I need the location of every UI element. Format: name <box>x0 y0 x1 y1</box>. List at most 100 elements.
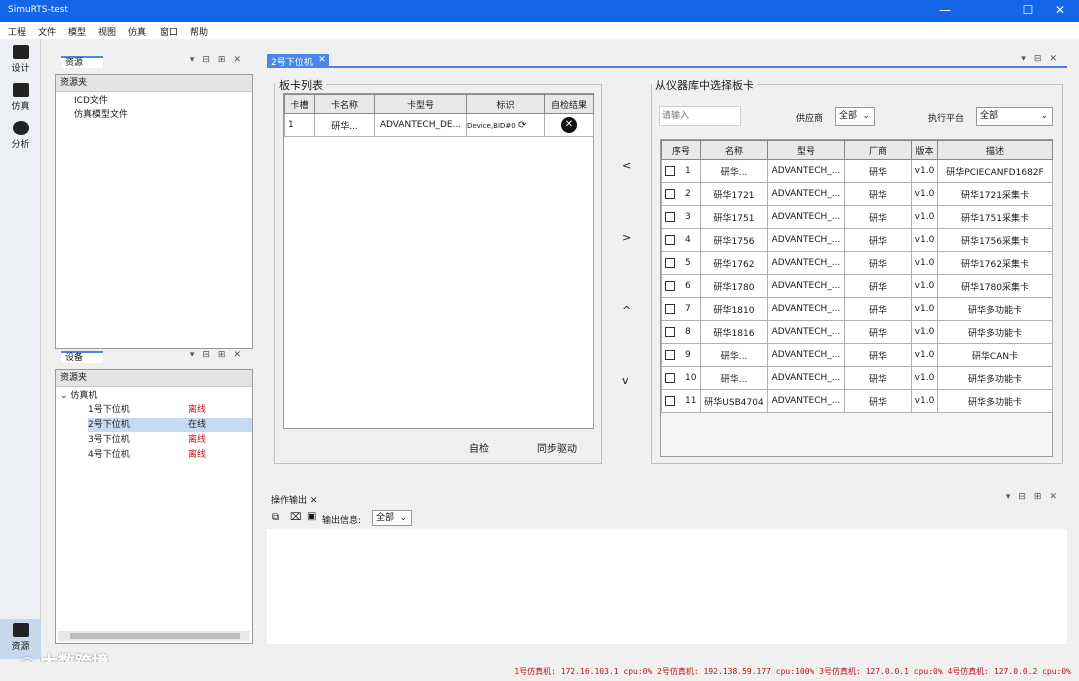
row-checkbox[interactable] <box>665 234 675 245</box>
menu-model[interactable]: 模型 <box>68 25 86 38</box>
table-cell: ADVANTECH_... <box>767 343 845 367</box>
table-cell: 研华多功能卡 <box>937 389 1053 413</box>
panel-controls[interactable]: ▾⊟⊞✕ <box>190 350 249 360</box>
table-row[interactable]: 3 研华1751 ADVANTECH_... 研华 v1.0 研华1751采集卡 <box>661 205 1053 229</box>
tab-resources[interactable]: 资源 <box>61 56 104 68</box>
table-row[interactable]: 1 研华... ADVANTECH_DE... Device,BID#0 ⟳ ✕ <box>284 113 594 137</box>
row-checkbox[interactable] <box>665 349 675 360</box>
panel-controls[interactable]: ▾⊟⊞✕ <box>1006 492 1065 502</box>
row-checkbox[interactable] <box>665 372 675 383</box>
table-row[interactable]: 11 研华USB4704 ADVANTECH_... 研华 v1.0 研华多功能卡 <box>661 389 1053 413</box>
table-cell: 研华 <box>844 343 912 367</box>
menu-view[interactable]: 视图 <box>98 25 116 38</box>
table-cell: 研华1762采集卡 <box>937 251 1053 275</box>
row-checkbox[interactable] <box>665 280 675 291</box>
table-cell: 研华 <box>844 274 912 298</box>
table-cell: ADVANTECH_... <box>767 366 845 390</box>
col-card-model[interactable]: 卡型号 <box>374 94 467 114</box>
tree-item-icd[interactable]: ICD文件 <box>74 94 108 108</box>
col-card-name[interactable]: 卡名称 <box>314 94 375 114</box>
tab-controls[interactable]: ▾⊟✕ <box>1021 54 1065 64</box>
table-row[interactable]: 5 研华1762 ADVANTECH_... 研华 v1.0 研华1762采集卡 <box>661 251 1053 275</box>
table-cell: ADVANTECH_... <box>767 274 845 298</box>
table-row[interactable]: 2 研华1721 ADVANTECH_... 研华 v1.0 研华1721采集卡 <box>661 182 1053 206</box>
self-check-button[interactable]: 自检 <box>469 440 489 455</box>
row-checkbox[interactable] <box>665 211 675 222</box>
device-row[interactable]: 1号下位机 离线 <box>88 403 248 417</box>
search-input[interactable] <box>659 106 741 126</box>
table-row[interactable]: 6 研华1780 ADVANTECH_... 研华 v1.0 研华1780采集卡 <box>661 274 1053 298</box>
col-index[interactable]: 序号 <box>661 140 701 160</box>
output-filter-select[interactable]: 全部 ⌄ <box>372 510 412 526</box>
tab-device[interactable]: 设备 <box>61 351 104 363</box>
move-right-button[interactable]: > <box>622 231 631 244</box>
clear-icon[interactable]: ⌧ <box>290 512 302 523</box>
close-tab-icon[interactable]: ✕ <box>318 55 326 65</box>
tree-item-simulator[interactable]: ⌄ 仿真机 <box>60 389 97 403</box>
row-checkbox[interactable] <box>665 257 675 268</box>
device-tree: 资源夹 ⌄ 仿真机 1号下位机 离线 2号下位机 在线 3号下位机 离线 4号下… <box>55 369 253 644</box>
output-log-area[interactable] <box>267 529 1067 644</box>
horizontal-scrollbar[interactable] <box>58 631 250 641</box>
table-row[interactable]: 4 研华1756 ADVANTECH_... 研华 v1.0 研华1756采集卡 <box>661 228 1053 252</box>
menu-file[interactable]: 文件 <box>38 25 56 38</box>
menu-help[interactable]: 帮助 <box>190 25 208 38</box>
activity-analysis[interactable]: 分析 <box>0 121 41 150</box>
table-cell: 研华多功能卡 <box>937 297 1053 321</box>
fail-icon: ✕ <box>561 117 577 133</box>
row-checkbox[interactable] <box>665 395 675 406</box>
row-index: 4 <box>685 235 691 246</box>
col-version[interactable]: 版本 <box>911 140 938 160</box>
card-list-title: 板卡列表 <box>276 77 326 93</box>
device-row[interactable]: 4号下位机 离线 <box>88 448 248 462</box>
device-row[interactable]: 3号下位机 离线 <box>88 433 248 447</box>
menu-project[interactable]: 工程 <box>8 25 26 38</box>
table-row[interactable]: 8 研华1816 ADVANTECH_... 研华 v1.0 研华多功能卡 <box>661 320 1053 344</box>
row-checkbox[interactable] <box>665 303 675 314</box>
move-up-button[interactable]: ^ <box>622 304 631 317</box>
col-description[interactable]: 描述 <box>937 140 1053 160</box>
tree-item-models[interactable]: 仿真模型文件 <box>74 108 128 122</box>
table-cell: 研华CAN卡 <box>937 343 1053 367</box>
table-row[interactable]: 1 研华... ADVANTECH_... 研华 v1.0 研华PCIECANFD1682… <box>661 159 1053 183</box>
row-checkbox[interactable] <box>665 188 675 199</box>
resources-panel-header: 资源 ▾⊟⊞✕ <box>55 55 253 68</box>
panel-controls[interactable]: ▾⊟⊞✕ <box>190 55 249 65</box>
activity-design[interactable]: 设计 <box>0 45 41 74</box>
table-cell: 研华 <box>844 297 912 321</box>
col-model[interactable]: 型号 <box>767 140 845 160</box>
copy-icon[interactable]: ⧉ <box>272 512 279 523</box>
row-checkbox[interactable] <box>665 165 675 176</box>
col-check-result[interactable]: 自检结果 <box>544 94 594 114</box>
tab-output[interactable]: 操作输出 ✕ <box>271 493 317 506</box>
menu-window[interactable]: 窗口 <box>160 25 178 38</box>
table-cell: 研华 <box>844 366 912 390</box>
activity-simulation[interactable]: 仿真 <box>0 83 41 112</box>
sync-driver-button[interactable]: 同步驱动 <box>537 440 577 455</box>
vendor-select[interactable]: 全部 ⌄ <box>835 107 875 126</box>
row-checkbox[interactable] <box>665 326 675 337</box>
table-cell: 研华1762 <box>700 251 768 275</box>
move-left-button[interactable]: < <box>622 159 631 172</box>
col-name[interactable]: 名称 <box>700 140 768 160</box>
vendor-label: 供应商 <box>796 114 824 124</box>
device-row-selected[interactable]: 2号下位机 在线 <box>88 418 252 432</box>
tab-device-2[interactable]: 2号下位机 ✕ <box>267 54 329 68</box>
table-row[interactable]: 9 研华... ADVANTECH_... 研华 v1.0 研华CAN卡 <box>661 343 1053 367</box>
table-cell: v1.0 <box>911 320 938 344</box>
lock-icon[interactable]: ▣ <box>307 511 316 522</box>
chevron-down-icon: ⌄ <box>1040 111 1048 121</box>
col-vendor[interactable]: 厂商 <box>844 140 912 160</box>
refresh-icon[interactable]: ⟳ <box>518 120 526 131</box>
col-identifier[interactable]: 标识 <box>466 94 545 114</box>
menu-simulation[interactable]: 仿真 <box>128 25 146 38</box>
table-cell: 研华1816 <box>700 320 768 344</box>
move-down-button[interactable]: v <box>622 374 629 387</box>
close-button[interactable]: ✕ <box>1040 0 1079 22</box>
table-cell: 研华1780 <box>700 274 768 298</box>
col-slot[interactable]: 卡槽 <box>284 94 315 114</box>
minimize-button[interactable]: — <box>925 0 965 22</box>
table-row[interactable]: 10 研华... ADVANTECH_... 研华 v1.0 研华多功能卡 <box>661 366 1053 390</box>
table-row[interactable]: 7 研华1810 ADVANTECH_... 研华 v1.0 研华多功能卡 <box>661 297 1053 321</box>
platform-select[interactable]: 全部 ⌄ <box>976 107 1053 126</box>
